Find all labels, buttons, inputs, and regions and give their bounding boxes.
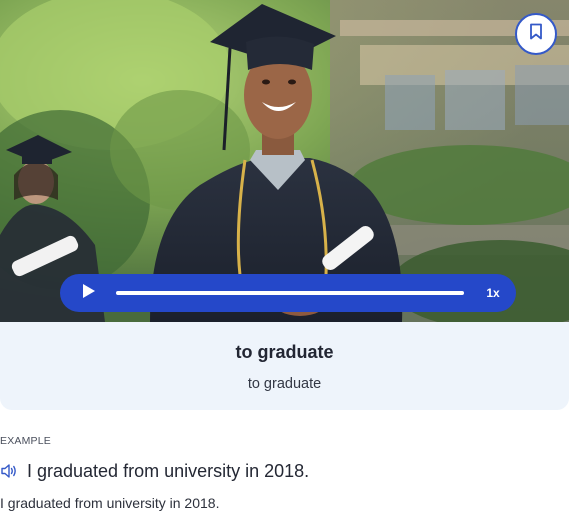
bookmark-icon	[529, 23, 543, 45]
example-label: EXAMPLE	[0, 435, 52, 447]
playback-speed-button[interactable]: 1x	[484, 286, 502, 300]
term-card: to graduate to graduate	[0, 322, 569, 410]
progress-bar[interactable]	[116, 291, 464, 295]
speaker-icon[interactable]	[0, 461, 20, 481]
example-translation: I graduated from university in 2018.	[0, 495, 220, 511]
example-sentence: I graduated from university in 2018.	[27, 460, 310, 481]
example-row: I graduated from university in 2018.	[0, 459, 309, 483]
term-title: to graduate	[235, 342, 334, 362]
play-button[interactable]	[80, 283, 98, 304]
play-icon	[82, 283, 96, 304]
term-translation: to graduate	[247, 376, 322, 392]
audio-player: 1x	[60, 274, 516, 312]
bookmark-button[interactable]	[515, 13, 557, 55]
